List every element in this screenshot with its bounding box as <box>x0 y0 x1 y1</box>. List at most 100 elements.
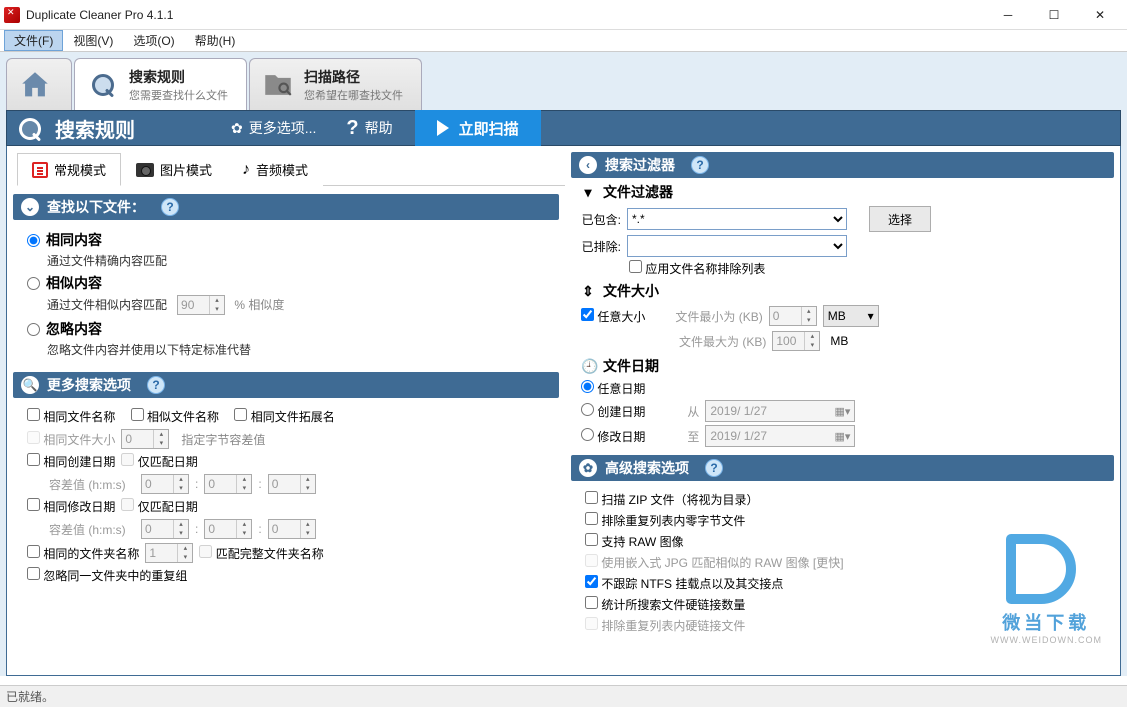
similarity-suffix: % 相似度 <box>234 298 284 312</box>
max-unit-label: MB <box>826 330 882 352</box>
sub-file-date: 🕘文件日期 <box>581 356 1120 376</box>
section-adv-title: 高级搜索选项 <box>605 458 689 478</box>
tab-search-rules[interactable]: 搜索规则 您需要查找什么文件 <box>74 58 247 110</box>
ck-ntfs-mount[interactable]: 不跟踪 NTFS 挂载点以及其交接点 <box>585 575 783 592</box>
create-tolerance: 容差值 (h:m:s) 0 : 0 : 0 <box>49 474 553 494</box>
sub-file-filter: ▾文件过滤器 <box>581 182 1120 202</box>
more-options-button[interactable]: ✿ 更多选项... <box>223 118 324 138</box>
music-note-icon: ♪ <box>242 161 250 179</box>
help-icon[interactable]: ? <box>147 376 165 394</box>
maximize-button[interactable]: ☐ <box>1031 0 1077 30</box>
section-search-filter: ‹ 搜索过滤器 ? <box>571 152 1114 178</box>
size-icon: ⇕ <box>581 283 595 300</box>
find-files-form: 相同内容 通过文件精确内容匹配 相似内容 通过文件相似内容匹配 90 % 相似度… <box>7 224 565 364</box>
min-size-label: 文件最小为 (KB) <box>675 308 762 325</box>
modify-tolerance: 容差值 (h:m:s) 0 : 0 : 0 <box>49 519 553 539</box>
select-button[interactable]: 选择 <box>869 206 931 232</box>
help-icon[interactable]: ? <box>161 198 179 216</box>
ck-full-folder[interactable]: 匹配完整文件夹名称 <box>199 545 323 562</box>
section-find-files: ⌄ 查找以下文件： ? <box>13 194 559 220</box>
ck-similar-name[interactable]: 相似文件名称 <box>131 408 219 425</box>
ck-count-hardlinks[interactable]: 统计所搜索文件硬链接数量 <box>585 596 745 613</box>
section-more-options: 🔍 更多搜索选项 ? <box>13 372 559 398</box>
tab-image-mode[interactable]: 图片模式 <box>121 153 227 186</box>
ignore-content-desc: 忽略文件内容并使用以下特定标准代替 <box>47 341 553 358</box>
from-date-picker[interactable]: 2019/ 1/27▦▾ <box>705 400 855 422</box>
exclude-combo[interactable] <box>627 235 847 257</box>
main-tabs: 搜索规则 您需要查找什么文件 扫描路径 您希望在哪查找文件 <box>6 58 1121 110</box>
ck-scan-zip[interactable]: 扫描 ZIP 文件（将视为目录） <box>585 491 758 508</box>
radio-same-content[interactable]: 相同内容 <box>27 230 553 250</box>
scan-label: 立即扫描 <box>459 118 519 139</box>
radio-modify-date[interactable]: 修改日期 <box>581 428 645 445</box>
radio-create-date[interactable]: 创建日期 <box>581 403 645 420</box>
tab-scan-path[interactable]: 扫描路径 您希望在哪查找文件 <box>249 58 422 110</box>
menu-options[interactable]: 选项(O) <box>123 30 184 51</box>
ck-same-create-date[interactable]: 相同创建日期 <box>27 453 115 470</box>
menu-help[interactable]: 帮助(H) <box>185 30 246 51</box>
right-pane: ‹ 搜索过滤器 ? ▾文件过滤器 已包含: *.* 选择 已排除: 应用文件名称… <box>565 146 1120 675</box>
menubar: 文件(F) 视图(V) 选项(O) 帮助(H) <box>0 30 1127 52</box>
gear-icon[interactable]: ✿ <box>579 459 597 477</box>
upper-panel: 搜索规则 您需要查找什么文件 扫描路径 您希望在哪查找文件 搜索规则 ✿ 更多选… <box>0 52 1127 676</box>
tab-normal-label: 常规模式 <box>54 160 106 179</box>
ck-same-folder[interactable]: 相同的文件夹名称 <box>27 545 139 562</box>
radio-similar-content[interactable]: 相似内容 <box>27 273 553 293</box>
ck-name-exclude-list[interactable]: 应用文件名称排除列表 <box>629 260 765 277</box>
tab-normal-mode[interactable]: 常规模式 <box>17 153 121 186</box>
include-combo[interactable]: *.* <box>627 208 847 230</box>
tab-home[interactable] <box>6 58 72 110</box>
help-button[interactable]: ? 帮助 <box>338 117 400 140</box>
app-title: Duplicate Cleaner Pro 4.1.1 <box>26 8 173 22</box>
help-label: 帮助 <box>365 118 393 138</box>
sub-file-size: ⇕文件大小 <box>581 281 1120 301</box>
scan-now-button[interactable]: 立即扫描 <box>415 110 541 146</box>
document-icon <box>32 162 48 178</box>
home-icon <box>17 67 53 103</box>
same-content-desc: 通过文件精确内容匹配 <box>47 252 553 269</box>
similar-content-desc: 通过文件相似内容匹配 90 % 相似度 <box>47 295 553 315</box>
close-button[interactable]: ✕ <box>1077 0 1123 30</box>
ck-same-modify-date[interactable]: 相同修改日期 <box>27 498 115 515</box>
ck-same-size[interactable]: 相同文件大小 <box>27 431 115 448</box>
criteria-tabs: 常规模式 图片模式 ♪ 音频模式 <box>17 152 565 186</box>
search-plus-icon[interactable]: 🔍 <box>21 376 39 394</box>
tab-image-label: 图片模式 <box>160 160 212 179</box>
tab-rules-sub: 您需要查找什么文件 <box>129 87 228 103</box>
play-icon <box>437 120 449 136</box>
menu-file[interactable]: 文件(F) <box>4 30 63 51</box>
chevron-down-icon[interactable]: ⌄ <box>21 198 39 216</box>
similarity-spinner[interactable]: 90 <box>177 295 225 315</box>
radio-ignore-content[interactable]: 忽略内容 <box>27 319 553 339</box>
help-icon: ? <box>346 117 358 140</box>
ck-support-raw[interactable]: 支持 RAW 图像 <box>585 533 684 550</box>
ck-date-only-2[interactable]: 仅匹配日期 <box>121 498 197 515</box>
radio-any-date[interactable]: 任意日期 <box>581 380 645 397</box>
left-pane: 常规模式 图片模式 ♪ 音频模式 ⌄ 查找以下文件： ? 相同内容 <box>7 146 565 675</box>
ck-exclude-zero[interactable]: 排除重复列表内零字节文件 <box>585 512 745 529</box>
to-label: 至 <box>687 428 699 445</box>
minimize-button[interactable]: ─ <box>985 0 1031 30</box>
section-advanced: ✿ 高级搜索选项 ? <box>571 455 1114 481</box>
page-title: 搜索规则 <box>55 114 135 143</box>
main-content: 常规模式 图片模式 ♪ 音频模式 ⌄ 查找以下文件： ? 相同内容 <box>6 146 1121 676</box>
chevron-left-icon[interactable]: ‹ <box>579 156 597 174</box>
camera-icon <box>136 163 154 177</box>
gear-icon: ✿ <box>231 120 243 137</box>
help-icon[interactable]: ? <box>691 156 709 174</box>
clock-icon: 🕘 <box>581 358 595 375</box>
menu-view[interactable]: 视图(V) <box>63 30 123 51</box>
window-controls: ─ ☐ ✕ <box>985 0 1123 30</box>
max-size-spinner: 100 <box>772 331 820 351</box>
to-date-picker[interactable]: 2019/ 1/27▦▾ <box>705 425 855 447</box>
ck-same-name[interactable]: 相同文件名称 <box>27 408 115 425</box>
min-unit-select[interactable]: MB▾ <box>823 305 879 327</box>
search-icon <box>17 116 41 140</box>
help-icon[interactable]: ? <box>705 459 723 477</box>
section-filter-title: 搜索过滤器 <box>605 155 675 175</box>
tab-audio-mode[interactable]: ♪ 音频模式 <box>227 153 323 186</box>
ck-any-size[interactable]: 任意大小 <box>581 308 645 325</box>
ck-ignore-same-folder-dup[interactable]: 忽略同一文件夹中的重复组 <box>27 567 187 584</box>
ck-same-ext[interactable]: 相同文件拓展名 <box>234 408 334 425</box>
ck-date-only-1[interactable]: 仅匹配日期 <box>121 453 197 470</box>
